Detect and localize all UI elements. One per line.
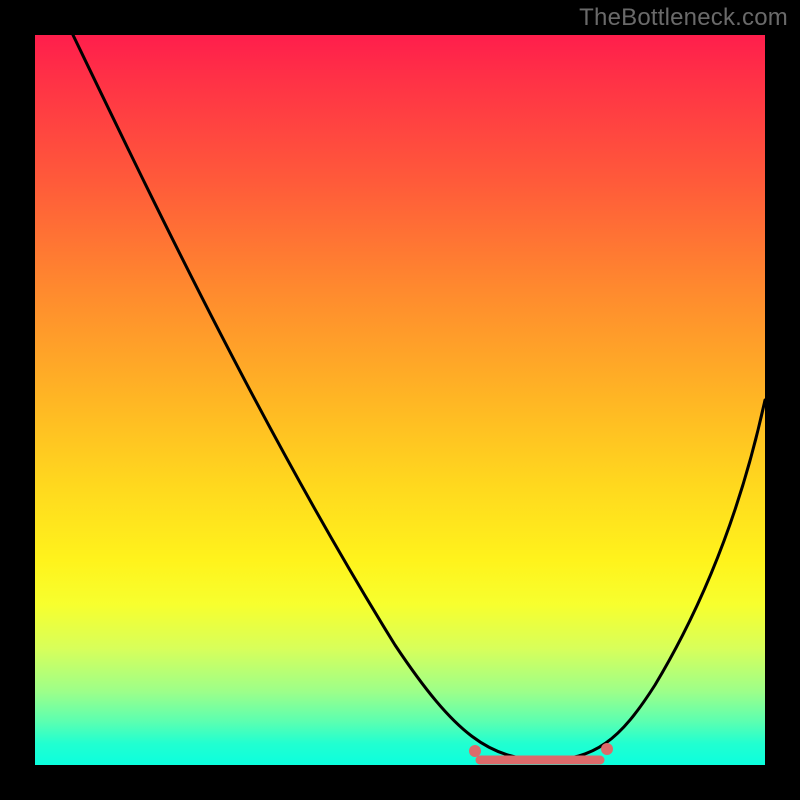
plot-area [35,35,765,765]
chart-container: TheBottleneck.com [0,0,800,800]
optimal-range-end-dot [601,743,613,755]
optimal-range-start-dot [469,745,481,757]
curve-layer [35,35,765,765]
bottleneck-curve [73,35,765,760]
watermark-text: TheBottleneck.com [579,4,788,32]
